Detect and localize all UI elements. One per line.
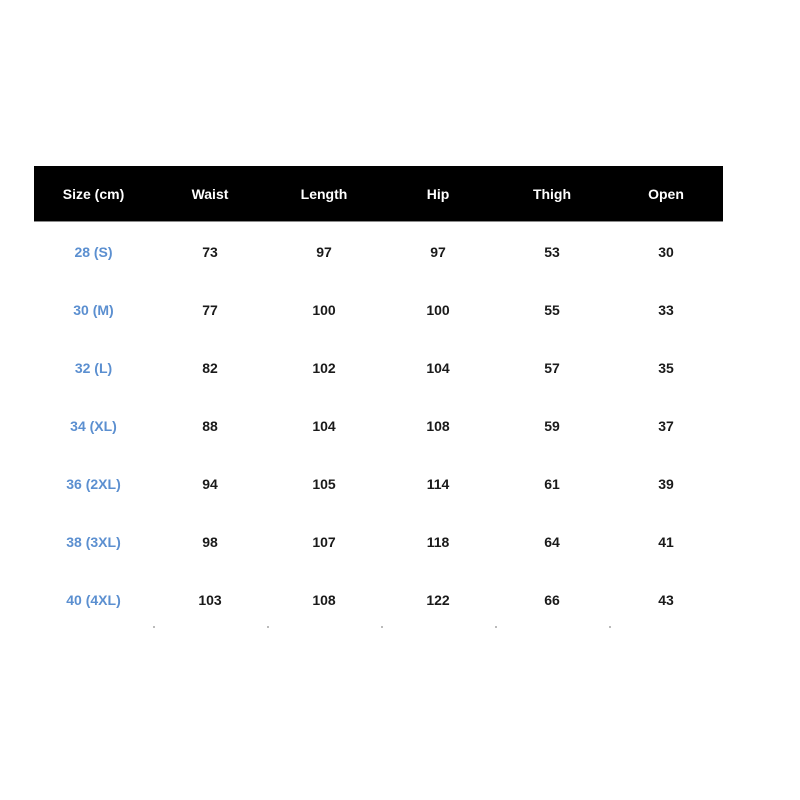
table-header: Size (cm) Waist Length Hip Thigh Open <box>34 166 723 222</box>
divider-dot <box>609 626 611 628</box>
cell-hip: 122 <box>426 592 450 608</box>
cell-waist: 98 <box>202 534 218 550</box>
cell-thigh: 61 <box>544 476 560 492</box>
cell-waist: 77 <box>202 302 218 318</box>
divider-dot <box>153 626 155 628</box>
cell-thigh: 53 <box>544 244 560 260</box>
header-open: Open <box>648 185 684 202</box>
cell-waist: 82 <box>202 360 218 376</box>
cell-open: 30 <box>658 244 674 260</box>
cell-thigh: 66 <box>544 592 560 608</box>
cell-length: 108 <box>312 592 336 608</box>
table-row: 30 (M) 77 100 100 55 33 <box>34 281 723 339</box>
cell-waist: 94 <box>202 476 218 492</box>
divider-dot <box>381 626 383 628</box>
header-thigh: Thigh <box>532 185 572 202</box>
cell-thigh: 59 <box>544 418 560 434</box>
cell-hip: 118 <box>426 534 450 550</box>
cell-open: 41 <box>658 534 674 550</box>
cell-hip: 104 <box>426 360 450 376</box>
cell-open: 35 <box>658 360 674 376</box>
table-row: 32 (L) 82 102 104 57 35 <box>34 339 723 397</box>
cell-thigh: 55 <box>544 302 560 318</box>
cell-open: 39 <box>658 476 674 492</box>
cell-size: 34 (XL) <box>70 418 117 434</box>
table-row: 40 (4XL) 103 108 122 66 43 <box>34 571 723 629</box>
cell-length: 100 <box>312 302 336 318</box>
cell-waist: 103 <box>198 592 222 608</box>
cell-hip: 100 <box>426 302 450 318</box>
divider-dot <box>495 626 497 628</box>
cell-waist: 88 <box>202 418 218 434</box>
cell-length: 107 <box>312 534 336 550</box>
cell-size: 30 (M) <box>73 302 114 318</box>
cell-thigh: 64 <box>544 534 560 550</box>
table-row: 38 (3XL) 98 107 118 64 41 <box>34 513 723 571</box>
table-row: 34 (XL) 88 104 108 59 37 <box>34 397 723 455</box>
cell-waist: 73 <box>202 244 218 260</box>
cell-length: 102 <box>312 360 336 376</box>
cell-hip: 114 <box>426 476 450 492</box>
divider-dot <box>267 626 269 628</box>
cell-size: 36 (2XL) <box>66 476 121 492</box>
cell-thigh: 57 <box>544 360 560 376</box>
cell-size: 40 (4XL) <box>66 592 121 608</box>
table-row: 28 (S) 73 97 97 53 30 <box>34 223 723 281</box>
cell-open: 37 <box>658 418 674 434</box>
header-size: Size (cm) <box>62 185 125 202</box>
cell-length: 97 <box>316 244 332 260</box>
cell-size: 32 (L) <box>74 360 113 376</box>
cell-hip: 97 <box>430 244 446 260</box>
cell-size: 38 (3XL) <box>66 534 121 550</box>
header-length: Length <box>300 185 348 202</box>
cell-length: 104 <box>312 418 336 434</box>
divider-dots <box>34 626 723 628</box>
table-row: 36 (2XL) 94 105 114 61 39 <box>34 455 723 513</box>
header-waist: Waist <box>191 185 229 202</box>
cell-length: 105 <box>312 476 336 492</box>
cell-size: 28 (S) <box>74 244 113 260</box>
header-hip: Hip <box>426 185 450 202</box>
cell-open: 33 <box>658 302 674 318</box>
cell-open: 43 <box>658 592 674 608</box>
size-chart-table: Size (cm) Waist Length Hip Thigh Open 28… <box>34 166 723 629</box>
table-body: 28 (S) 73 97 97 53 30 30 (M) 77 100 100 55 33 32 (L)… <box>34 222 723 629</box>
cell-hip: 108 <box>426 418 450 434</box>
